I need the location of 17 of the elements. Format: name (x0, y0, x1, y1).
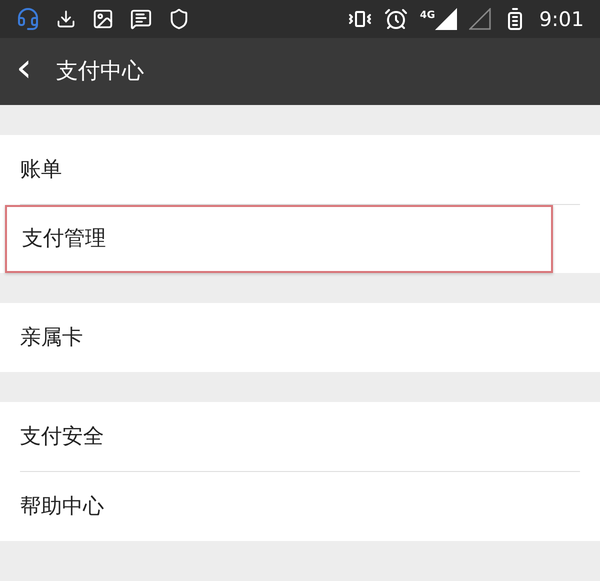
menu-item[interactable]: 帮助中心 (0, 472, 600, 541)
menu-item[interactable]: 账单 (0, 135, 600, 204)
menu-item[interactable]: 亲属卡 (0, 303, 600, 372)
headset-icon (16, 7, 40, 31)
page-title: 支付中心 (56, 58, 144, 86)
menu-item[interactable]: 支付管理 (5, 205, 553, 273)
network-label: 4G (420, 9, 436, 23)
message-icon (130, 8, 152, 30)
download-icon (56, 9, 76, 29)
shield-icon (168, 8, 190, 30)
clock: 9:01 (539, 6, 584, 33)
signal-icon (435, 8, 458, 30)
back-button[interactable]: ‹ (16, 48, 32, 96)
menu-item[interactable]: 支付安全 (0, 402, 600, 471)
image-icon (92, 8, 114, 30)
signal-empty-icon (469, 8, 492, 30)
alarm-icon (384, 7, 408, 31)
